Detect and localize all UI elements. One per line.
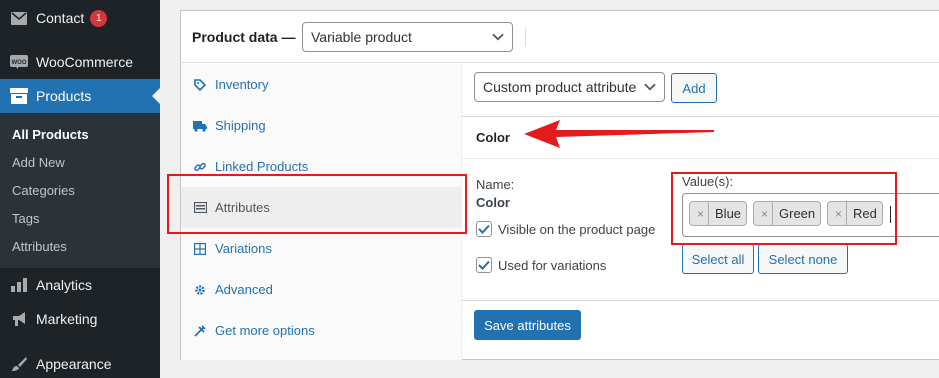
select-all-button[interactable]: Select all [682,244,754,274]
text-caret [890,206,891,223]
megaphone-icon [10,310,28,328]
remove-value-icon[interactable]: × [835,202,848,225]
menu-item-products[interactable]: Products [0,79,160,113]
used-for-variations[interactable]: Used for variations [476,257,606,273]
tag-icon [193,78,207,92]
product-type-value: Variable product [311,29,412,45]
save-attributes-button[interactable]: Save attributes [474,310,581,340]
tab-attributes[interactable]: Attributes [181,187,462,228]
product-data-label: Product data — [192,29,296,45]
values-input[interactable]: × Blue × Green × Red [682,193,939,237]
variations-label: Used for variations [498,257,607,273]
values-label: Value(s): [682,174,734,189]
attribute-select[interactable]: Custom product attribute [474,72,665,102]
submenu-attributes[interactable]: Attributes [12,239,67,254]
product-data-panel: Product data — Variable product Inventor… [180,10,939,360]
visible-on-product-page[interactable]: Visible on the product page [476,221,655,237]
visible-checkbox[interactable] [476,221,492,237]
tab-label: Attributes [215,200,270,215]
menu-item-label: WooCommerce [36,54,133,70]
menu-item-label: Marketing [36,311,98,327]
select-none-button[interactable]: Select none [758,244,848,274]
attributes-panel: Custom product attribute Add Color Name:… [462,64,939,360]
link-icon [193,160,207,174]
product-data-header: Product data — Variable product [181,11,939,63]
attribute-title: Color [476,130,510,145]
chevron-down-icon [492,28,504,44]
add-attribute-button[interactable]: Add [671,73,717,103]
menu-item-label: Products [36,88,92,104]
tab-label: Shipping [215,118,266,133]
menu-item-woocommerce[interactable]: WOO WooCommerce [0,45,160,79]
plugin-icon [193,324,207,338]
tab-label: Variations [215,241,272,256]
grid-icon [193,242,207,256]
envelope-icon [10,9,28,27]
remove-value-icon[interactable]: × [761,202,774,225]
product-data-tabs: Inventory Shipping Linked Products Attri… [181,64,462,360]
woo-icon: WOO [10,53,28,71]
archive-icon [10,87,28,105]
value-token: × Red [827,201,883,226]
red-arrow-icon [524,120,714,148]
tab-shipping[interactable]: Shipping [181,105,462,146]
tab-variations[interactable]: Variations [181,228,462,269]
tab-linked-products[interactable]: Linked Products [181,146,462,187]
products-submenu: All Products Add New Categories Tags Att… [0,113,160,268]
header-divider [525,28,526,46]
remove-value-icon[interactable]: × [697,202,710,225]
tab-get-more-options[interactable]: Get more options [181,310,462,351]
tab-label: Linked Products [215,159,309,174]
menu-item-marketing[interactable]: Marketing [0,302,160,336]
attribute-select-value: Custom product attribute [483,79,637,95]
tab-advanced[interactable]: Advanced [181,269,462,310]
svg-text:WOO: WOO [12,60,27,66]
value-token: × Blue [689,201,748,226]
menu-item-label: Appearance [36,356,112,372]
product-type-select[interactable]: Variable product [302,22,513,52]
tab-label: Get more options [215,323,315,338]
menu-item-contact[interactable]: Contact 1 [0,1,160,35]
chevron-down-icon [644,78,656,94]
value-token: × Green [753,201,822,226]
tab-inventory[interactable]: Inventory [181,64,462,105]
bar-chart-icon [10,276,28,294]
menu-item-label: Contact [36,10,85,26]
attribute-name-value: Color [476,195,510,210]
notification-badge: 1 [90,9,108,27]
submenu-categories[interactable]: Categories [12,183,75,198]
menu-item-label: Analytics [36,277,93,293]
truck-icon [193,119,207,133]
gear-icon [193,283,207,297]
value-token-label: Blue [715,206,742,221]
tab-label: Advanced [215,282,273,297]
menu-item-analytics[interactable]: Analytics [0,268,160,302]
list-icon [193,201,207,215]
submenu-add-new[interactable]: Add New [12,155,65,170]
submenu-all-products[interactable]: All Products [12,127,89,142]
menu-item-appearance[interactable]: Appearance [0,347,160,378]
admin-sidebar: Contact 1 WOO WooCommerce Products All P… [0,0,160,378]
name-label: Name: [476,177,515,192]
paintbrush-icon [10,355,28,373]
value-token-label: Green [779,206,816,221]
tab-label: Inventory [215,77,269,92]
submenu-tags[interactable]: Tags [12,211,39,226]
value-token-label: Red [853,206,877,221]
visible-label: Visible on the product page [498,221,656,237]
variations-checkbox[interactable] [476,257,492,273]
